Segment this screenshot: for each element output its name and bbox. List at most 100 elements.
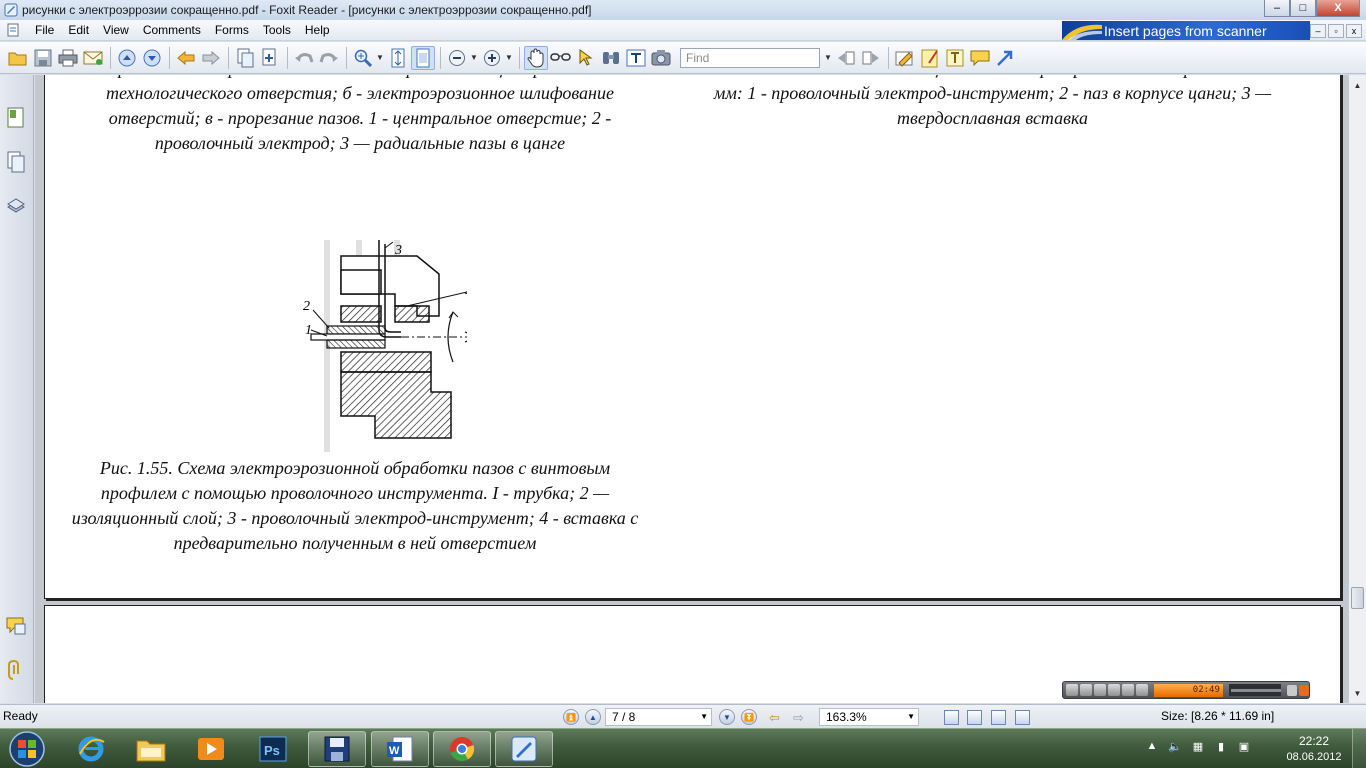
zoom-dropdown-arrow[interactable]: ▼ (376, 53, 386, 62)
single-page-view-icon[interactable] (944, 710, 959, 725)
zoom-in-dropdown-arrow[interactable]: ▼ (505, 53, 515, 62)
next-page-button[interactable] (140, 46, 164, 70)
zoom-tool-button[interactable] (351, 46, 375, 70)
mdi-restore-button[interactable]: ▫ (1328, 24, 1344, 38)
mdi-close-button[interactable]: x (1346, 24, 1362, 38)
menu-forms[interactable]: Forms (208, 23, 256, 37)
attachments-icon[interactable] (6, 659, 26, 681)
print-button[interactable] (56, 46, 80, 70)
internet-explorer-icon (78, 736, 105, 762)
email-button[interactable] (81, 46, 105, 70)
previous-figure-caption: рабочего отверстия более 1 мм: а - проши… (106, 75, 614, 153)
media-pause-button[interactable] (1080, 684, 1093, 696)
media-play-button[interactable] (1066, 684, 1079, 696)
snapshot-button[interactable] (649, 46, 673, 70)
search-button[interactable] (599, 46, 623, 70)
find-input[interactable]: Find (680, 47, 820, 68)
continuous-facing-view-icon[interactable] (1015, 710, 1030, 725)
maximize-button[interactable]: □ (1290, 0, 1316, 17)
media-minimize-button[interactable] (1286, 684, 1297, 696)
taskbar-clock[interactable]: 22:22 08.06.2012 (1286, 733, 1342, 765)
menu-tools[interactable]: Tools (256, 23, 298, 37)
insert-pages-banner[interactable]: Insert pages from scanner (1062, 21, 1310, 40)
next-page-status-button[interactable]: ▼ (719, 709, 735, 725)
scroll-up-arrow[interactable]: ▲ (1350, 77, 1365, 93)
prev-page-button[interactable]: ▲ (585, 709, 601, 725)
media-previous-button[interactable] (1108, 684, 1121, 696)
start-button-icon[interactable] (4, 730, 50, 768)
taskbar-foxit-reader[interactable] (495, 731, 553, 767)
arrow-tool-button[interactable] (993, 46, 1017, 70)
layers-icon[interactable] (6, 195, 26, 217)
first-page-button[interactable]: ⏫ (563, 709, 579, 725)
zoom-out-button[interactable] (445, 46, 469, 70)
document-viewport[interactable]: рабочего отверстия более 1 мм: а - проши… (35, 75, 1348, 703)
undo-button[interactable] (292, 46, 316, 70)
previous-page-button[interactable] (115, 46, 139, 70)
pages-icon[interactable] (6, 151, 26, 173)
facing-view-icon[interactable] (991, 710, 1006, 725)
zoom-in-button[interactable] (480, 46, 504, 70)
insert-pages-button[interactable] (258, 46, 282, 70)
vertical-scrollbar[interactable]: ▲ ▼ (1348, 75, 1366, 703)
comment-tool-button[interactable] (968, 46, 992, 70)
volume-icon[interactable]: 🔈 (1168, 739, 1182, 753)
last-page-button[interactable]: ⏬ (741, 709, 757, 725)
menu-comments[interactable]: Comments (136, 23, 208, 37)
close-button[interactable]: X (1316, 0, 1360, 17)
save-button[interactable] (31, 46, 55, 70)
page-dropdown-arrow[interactable]: ▼ (700, 709, 708, 725)
pencil-tool-button[interactable] (893, 46, 917, 70)
hand-tool-button[interactable] (524, 45, 548, 70)
textbox-tool-button[interactable] (943, 46, 967, 70)
page-number-field[interactable]: 7 / 8 ▼ (605, 708, 712, 726)
back-button[interactable] (174, 46, 198, 70)
zoom-level-field[interactable]: 163.3% ▼ (819, 708, 919, 726)
menu-help[interactable]: Help (298, 23, 337, 37)
media-eject-button[interactable] (1136, 684, 1149, 696)
taskbar-media-player[interactable] (182, 731, 240, 767)
typewriter-button[interactable] (624, 46, 648, 70)
select-annotation-button[interactable] (574, 46, 598, 70)
bookmarks-icon[interactable] (6, 107, 26, 129)
taskbar-photoshop[interactable]: Ps (244, 731, 302, 767)
menu-edit[interactable]: Edit (61, 23, 96, 37)
next-view-icon[interactable]: ⇨ (793, 710, 804, 726)
zoom-level-dropdown-arrow[interactable]: ▼ (907, 709, 915, 725)
media-stop-button[interactable] (1094, 684, 1107, 696)
menu-view[interactable]: View (96, 23, 136, 37)
continuous-view-icon[interactable] (967, 710, 982, 725)
comments-panel-icon[interactable] (6, 615, 26, 637)
find-next-button[interactable] (859, 46, 883, 70)
find-previous-button[interactable] (834, 46, 858, 70)
network-icon[interactable]: ▦ (1191, 739, 1205, 753)
zoom-out-dropdown-arrow[interactable]: ▼ (470, 53, 480, 62)
power-icon[interactable]: ▮ (1214, 739, 1228, 753)
open-button[interactable] (6, 46, 30, 70)
redo-button[interactable] (317, 46, 341, 70)
mdi-minimize-button[interactable]: – (1310, 24, 1326, 38)
scroll-down-arrow[interactable]: ▼ (1350, 685, 1365, 701)
taskbar-word[interactable]: W (371, 731, 429, 767)
media-next-button[interactable] (1122, 684, 1135, 696)
text-select-button[interactable] (549, 46, 573, 70)
fit-width-button[interactable] (411, 45, 435, 70)
show-desktop-button[interactable] (1352, 729, 1366, 768)
taskbar-save-app[interactable] (308, 731, 366, 767)
taskbar-internet-explorer[interactable] (62, 731, 120, 767)
taskbar-file-explorer[interactable] (122, 731, 180, 767)
media-volume-slider[interactable] (1228, 684, 1281, 696)
language-icon[interactable]: ▣ (1237, 739, 1251, 753)
tray-expand-icon[interactable]: ▲ (1145, 739, 1159, 753)
media-close-button[interactable] (1298, 684, 1310, 696)
extract-pages-button[interactable] (233, 46, 257, 70)
minimize-button[interactable]: – (1264, 0, 1290, 17)
fit-page-button[interactable] (386, 46, 410, 70)
scroll-thumb[interactable] (1351, 587, 1364, 609)
note-tool-button[interactable] (918, 46, 942, 70)
previous-view-icon[interactable]: ⇦ (769, 710, 780, 726)
menu-file[interactable]: File (28, 23, 61, 37)
find-dropdown-arrow[interactable]: ▼ (824, 53, 834, 62)
forward-button[interactable] (199, 46, 223, 70)
taskbar-chrome[interactable] (433, 731, 491, 767)
